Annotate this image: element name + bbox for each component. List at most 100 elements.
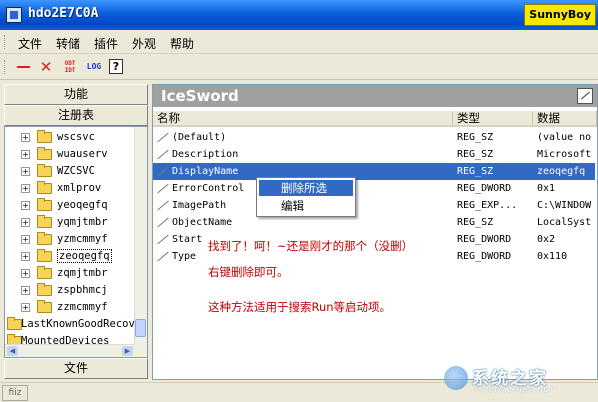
- tree-scroll-thumb[interactable]: [135, 319, 146, 337]
- reg-value-icon: [156, 198, 169, 211]
- tree-item-label: zqmjtmbr: [57, 267, 108, 279]
- folder-icon: [37, 300, 52, 313]
- registry-button[interactable]: 注册表: [4, 105, 148, 126]
- column-data[interactable]: 数据: [533, 111, 597, 127]
- menu-file[interactable]: 文件: [18, 35, 42, 52]
- expand-plus-icon[interactable]: +: [21, 269, 30, 278]
- annotation-line-3: 这种方法适用于搜索Run等启动项。: [208, 300, 392, 314]
- cell-type: REG_SZ: [457, 149, 494, 160]
- reg-value-icon: [156, 215, 169, 228]
- tree-item-label: zzmcmmyf: [57, 301, 108, 313]
- edit-item[interactable]: 编辑: [259, 198, 353, 214]
- cell-data: (value no: [537, 132, 592, 143]
- column-type[interactable]: 类型: [453, 111, 533, 127]
- menu-help[interactable]: 帮助: [170, 35, 194, 52]
- folder-icon: [37, 181, 52, 194]
- cell-type: REG_DWORD: [457, 183, 512, 194]
- context-menu: 删除所选 编辑: [256, 177, 356, 217]
- cell-name: ObjectName: [172, 217, 233, 228]
- sunnyboy-badge: SunnyBoy: [524, 4, 596, 26]
- expand-plus-icon[interactable]: +: [21, 133, 30, 142]
- expand-plus-icon[interactable]: +: [21, 184, 30, 193]
- table-row[interactable]: ObjectName REG_SZ LocalSyst: [153, 214, 595, 231]
- folder-icon: [37, 283, 52, 296]
- cell-type: REG_DWORD: [457, 251, 512, 262]
- column-name[interactable]: 名称: [153, 111, 453, 127]
- tree-item-label: yeoqegfq: [57, 199, 108, 211]
- icesword-header: IceSword: [153, 85, 597, 107]
- left-pane: 功能 注册表 + wscsvc + wuauserv + WZCSVC + xmlprov + y…: [4, 84, 148, 380]
- folder-icon: [7, 317, 22, 330]
- expand-plus-icon[interactable]: +: [21, 150, 30, 159]
- help-icon: ?: [109, 59, 123, 74]
- odt-button[interactable]: ODT IDT: [60, 58, 80, 76]
- registry-tree[interactable]: + wscsvc + wuauserv + WZCSVC + xmlprov + yeoqegfq…: [4, 126, 148, 358]
- table-row[interactable]: ImagePath REG_EXP... C:\WINDOW: [153, 197, 595, 214]
- expand-plus-icon[interactable]: +: [21, 218, 30, 227]
- cell-data: C:\WINDOW: [537, 200, 592, 211]
- folder-icon: [37, 164, 52, 177]
- expand-plus-icon[interactable]: +: [21, 252, 30, 261]
- folder-icon: [37, 266, 52, 279]
- header-corner-icon: [577, 88, 593, 104]
- folder-icon: [37, 232, 52, 245]
- tree-vertical-scrollbar[interactable]: [134, 127, 147, 357]
- minus-icon: [17, 66, 30, 68]
- tree-horizontal-scrollbar[interactable]: ◀ ▶: [5, 344, 135, 357]
- close-button[interactable]: ✕: [36, 58, 56, 76]
- reg-value-icon: [156, 181, 169, 194]
- log-button[interactable]: LOG: [83, 58, 105, 76]
- menu-grip[interactable]: [4, 35, 7, 49]
- tree-item-label: yqmjtmbr: [57, 216, 108, 228]
- menu-appearance[interactable]: 外观: [132, 35, 156, 52]
- cell-data: 0x2: [537, 234, 556, 245]
- cell-type: REG_SZ: [457, 217, 494, 228]
- tree-item-label: LastKnownGoodRecov: [21, 318, 135, 330]
- reg-value-icon: [156, 164, 169, 177]
- folder-icon: [37, 249, 52, 262]
- close-x-icon: ✕: [39, 58, 53, 76]
- tree-item-label: wscsvc: [57, 131, 95, 143]
- cell-data: 0x1: [537, 183, 556, 194]
- toolbar: ✕ ODT IDT LOG ?: [0, 54, 598, 80]
- annotation-line-1: 找到了！呵！~还是刚才的那个（没删）: [208, 239, 414, 253]
- menu-bar: 文件 转储 插件 外观 帮助: [0, 30, 598, 54]
- cell-data: zeoqegfq: [537, 166, 586, 177]
- file-button[interactable]: 文件: [4, 358, 148, 379]
- app-icon: [6, 7, 22, 23]
- cell-type: REG_SZ: [457, 166, 494, 177]
- table-row[interactable]: (Default) REG_SZ (value no: [153, 129, 595, 146]
- menu-plugins[interactable]: 插件: [94, 35, 118, 52]
- cell-type: REG_DWORD: [457, 234, 512, 245]
- table-row[interactable]: ErrorControl REG_DWORD 0x1: [153, 180, 595, 197]
- functions-button[interactable]: 功能: [4, 84, 148, 105]
- scroll-left-arrow-icon[interactable]: ◀: [7, 346, 18, 356]
- expand-plus-icon[interactable]: +: [21, 303, 30, 312]
- reg-value-icon: [156, 130, 169, 143]
- window-title: hdo2E7C0A: [28, 6, 99, 21]
- table-row[interactable]: Description REG_SZ Microsoft: [153, 146, 595, 163]
- cell-data: Microsoft: [537, 149, 592, 160]
- expand-plus-icon[interactable]: +: [21, 201, 30, 210]
- delete-selected-item[interactable]: 删除所选: [259, 180, 353, 196]
- tree-item-label: yzmcmmyf: [57, 233, 108, 245]
- table-row[interactable]: DisplayName REG_SZ zeoqegfq: [153, 163, 595, 180]
- cell-name: Description: [172, 149, 239, 160]
- minus-button[interactable]: [14, 58, 34, 76]
- cell-data: 0x110: [537, 251, 568, 262]
- tree-item-label: wuauserv: [57, 148, 108, 160]
- folder-icon: [37, 198, 52, 211]
- tree-item-label: xmlprov: [57, 182, 102, 194]
- toolbar-grip[interactable]: [4, 60, 7, 74]
- scroll-right-arrow-icon[interactable]: ▶: [122, 346, 133, 356]
- reg-value-icon: [156, 147, 169, 160]
- cell-name: (Default): [172, 132, 227, 143]
- expand-plus-icon[interactable]: +: [21, 167, 30, 176]
- expand-plus-icon[interactable]: +: [21, 235, 30, 244]
- cell-type: REG_SZ: [457, 132, 494, 143]
- odt-icon: ODT IDT: [64, 60, 76, 74]
- icesword-title: IceSword: [161, 87, 239, 105]
- help-button[interactable]: ?: [107, 58, 127, 76]
- expand-plus-icon[interactable]: +: [21, 286, 30, 295]
- menu-dump[interactable]: 转储: [56, 35, 80, 52]
